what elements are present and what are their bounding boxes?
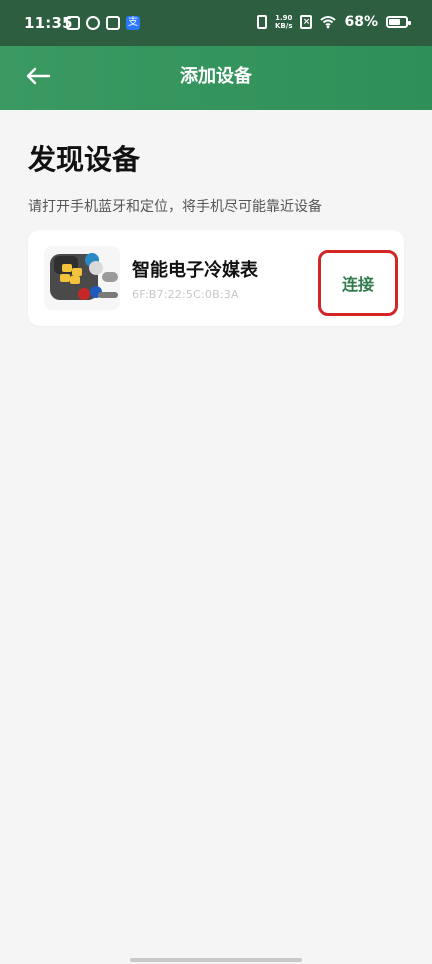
device-image bbox=[44, 246, 120, 310]
app-icon bbox=[106, 16, 120, 30]
battery-icon bbox=[386, 16, 411, 28]
network-speed: 1.90 KB/s bbox=[275, 14, 293, 30]
notification-icon bbox=[66, 16, 80, 30]
vibrate-icon bbox=[257, 15, 267, 29]
header: 添加设备 bbox=[0, 46, 432, 110]
battery-percent: 68% bbox=[344, 14, 378, 30]
instruction-text: 请打开手机蓝牙和定位，将手机尽可能靠近设备 bbox=[28, 199, 322, 215]
home-indicator[interactable] bbox=[130, 958, 302, 962]
wifi-icon bbox=[320, 15, 337, 29]
device-mac: 6F:B7:22:5C:0B:3A bbox=[132, 288, 239, 301]
status-right-icons: 1.90 KB/s × 68% bbox=[257, 14, 411, 30]
alipay-icon: 支 bbox=[126, 16, 140, 30]
status-left-icons: 支 bbox=[66, 16, 140, 30]
device-name: 智能电子冷媒表 bbox=[132, 260, 258, 281]
page-title: 添加设备 bbox=[180, 66, 252, 87]
battery-fill bbox=[389, 19, 400, 25]
no-sim-icon: × bbox=[300, 15, 313, 29]
sync-icon bbox=[86, 16, 100, 30]
connect-highlight: 连接 bbox=[318, 250, 398, 316]
connect-button[interactable]: 连接 bbox=[321, 253, 395, 313]
section-heading: 发现设备 bbox=[28, 143, 141, 176]
status-bar: 11:35 支 1.90 KB/s × 68% bbox=[0, 0, 432, 46]
main-content: 发现设备 请打开手机蓝牙和定位，将手机尽可能靠近设备 智能电子冷媒表 6F:B7… bbox=[0, 110, 432, 964]
